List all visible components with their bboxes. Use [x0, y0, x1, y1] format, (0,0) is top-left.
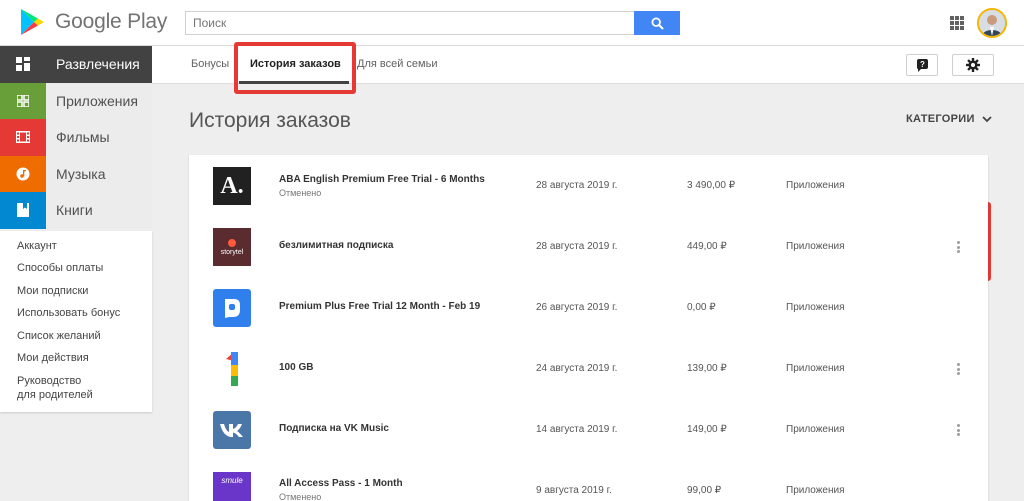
orders-list: A. ABA English Premium Free Trial - 6 Mo…	[189, 155, 988, 501]
aba-english-icon: A.	[213, 167, 251, 205]
order-price: 99,00 ₽	[687, 485, 722, 496]
more-options-icon[interactable]	[951, 239, 965, 255]
page-title: История заказов	[189, 109, 351, 132]
order-status: Отменено	[279, 492, 322, 501]
google-apps-icon[interactable]	[950, 16, 964, 30]
help-icon: ?	[916, 58, 928, 72]
order-row[interactable]: smule All Access Pass - 1 Month Отменено…	[189, 460, 988, 501]
logo-text: Google Play	[55, 10, 168, 33]
order-title: Premium Plus Free Trial 12 Month - Feb 1…	[279, 301, 481, 312]
link-parent-guide[interactable]: Руководство для родителей	[0, 374, 100, 402]
order-category: Приложения	[786, 241, 845, 252]
google-play-icon	[21, 9, 44, 35]
top-header: Google Play	[0, 0, 1024, 46]
link-subscriptions[interactable]: Мои подписки	[0, 284, 152, 298]
order-date: 24 августа 2019 г.	[536, 363, 618, 374]
search-bar	[185, 11, 680, 35]
storytel-icon: storytel	[213, 228, 251, 266]
order-price: 0,00 ₽	[687, 302, 716, 313]
tab-family[interactable]: Для всей семьи	[357, 58, 437, 70]
more-options-icon[interactable]	[951, 361, 965, 377]
order-category: Приложения	[786, 363, 845, 374]
gear-icon	[966, 58, 980, 72]
entertainment-icon	[0, 46, 46, 83]
order-category: Приложения	[786, 302, 845, 313]
order-date: 26 августа 2019 г.	[536, 302, 618, 313]
order-row[interactable]: storytel безлимитная подписка 28 августа…	[189, 216, 988, 277]
film-icon	[0, 119, 46, 156]
order-status: Отменено	[279, 188, 322, 198]
order-date: 14 августа 2019 г.	[536, 424, 618, 435]
order-title: 100 GB	[279, 362, 314, 373]
avatar[interactable]	[977, 8, 1007, 38]
order-price: 149,00 ₽	[687, 424, 727, 435]
order-row[interactable]: 100 GB 24 августа 2019 г. 139,00 ₽ Прило…	[189, 338, 988, 399]
order-row[interactable]: A. ABA English Premium Free Trial - 6 Mo…	[189, 155, 988, 216]
highlight-order-history	[234, 42, 356, 94]
search-input[interactable]	[185, 11, 634, 35]
tab-bonuses[interactable]: Бонусы	[191, 58, 229, 70]
sidebar-item-label: Музыка	[56, 165, 106, 182]
chevron-down-icon	[982, 115, 992, 122]
vk-icon	[213, 411, 251, 449]
sidebar-item-books[interactable]: Книги	[0, 192, 152, 229]
categories-dropdown[interactable]: КАТЕГОРИИ	[906, 113, 992, 125]
sidebar-item-apps[interactable]: Приложения	[0, 82, 152, 119]
account-links: Аккаунт Способы оплаты Мои подписки Испо…	[0, 230, 152, 412]
user-avatar-icon	[979, 10, 1005, 36]
apps-grid-icon	[0, 82, 46, 119]
sidebar-item-entertainment[interactable]: Развлечения	[0, 46, 152, 83]
order-category: Приложения	[786, 485, 845, 496]
smule-icon: smule	[213, 472, 251, 501]
sidebar-item-movies[interactable]: Фильмы	[0, 119, 152, 156]
order-category: Приложения	[786, 180, 845, 191]
premium-plus-icon	[213, 289, 251, 327]
link-activity[interactable]: Мои действия	[0, 351, 152, 365]
sidebar-item-label: Книги	[56, 202, 93, 219]
order-price: 139,00 ₽	[687, 363, 727, 374]
sidebar-item-label: Фильмы	[56, 129, 110, 146]
settings-button[interactable]	[952, 54, 994, 76]
order-date: 28 августа 2019 г.	[536, 241, 618, 252]
sidebar-item-music[interactable]: Музыка	[0, 155, 152, 192]
sidebar-item-label: Развлечения	[56, 56, 140, 73]
google-play-logo[interactable]: Google Play	[20, 8, 167, 36]
link-payment-methods[interactable]: Способы оплаты	[0, 261, 152, 275]
help-button[interactable]: ?	[906, 54, 938, 76]
link-wishlist[interactable]: Список желаний	[0, 329, 152, 343]
order-title: All Access Pass - 1 Month	[279, 478, 403, 489]
categories-label: КАТЕГОРИИ	[906, 113, 975, 125]
order-category: Приложения	[786, 424, 845, 435]
book-icon	[0, 192, 46, 229]
order-row[interactable]: Premium Plus Free Trial 12 Month - Feb 1…	[189, 277, 988, 338]
link-account[interactable]: Аккаунт	[0, 239, 152, 253]
google-one-icon	[213, 350, 251, 388]
order-price: 3 490,00 ₽	[687, 180, 736, 191]
order-title: ABA English Premium Free Trial - 6 Month…	[279, 174, 485, 185]
link-redeem[interactable]: Использовать бонус	[0, 306, 152, 320]
order-row[interactable]: Подписка на VK Music 14 августа 2019 г. …	[189, 399, 988, 460]
order-title: Подписка на VK Music	[279, 423, 389, 434]
search-icon	[650, 16, 664, 30]
order-title: безлимитная подписка	[279, 240, 394, 251]
svg-text:?: ?	[920, 60, 925, 69]
search-button[interactable]	[634, 11, 680, 35]
sidebar-item-label: Приложения	[56, 92, 138, 109]
sidebar: Развлечения Приложения Фильмы Музыка Кни…	[0, 46, 152, 412]
order-date: 9 августа 2019 г.	[536, 485, 612, 496]
order-price: 449,00 ₽	[687, 241, 727, 252]
music-note-icon	[0, 155, 46, 192]
more-options-icon[interactable]	[951, 422, 965, 438]
order-date: 28 августа 2019 г.	[536, 180, 618, 191]
